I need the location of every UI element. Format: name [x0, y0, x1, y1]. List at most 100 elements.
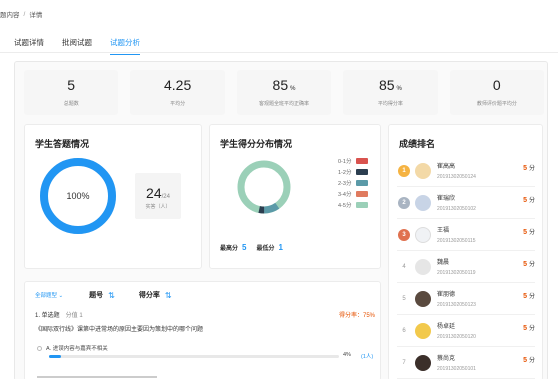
question-type: 1. 单选题	[35, 313, 60, 319]
high-low-scores: 最高分 5 最低分 1	[220, 243, 283, 252]
question-detail-card: 全部题型 ⌄ 题号 ⇅ 得分率 ⇅ 1. 单选题 分值 1 得分率：75% 《国际双行…	[24, 281, 381, 379]
legend-item: 2-3分	[338, 177, 368, 188]
bronze-medal-icon: 3	[397, 227, 411, 243]
question-meta: 分值 1	[65, 313, 83, 319]
breadcrumb-parent[interactable]: 题内容	[0, 9, 20, 19]
legend-item: 0-1分	[338, 155, 368, 166]
ranking-row[interactable]: 1 崔高高 20191302050124 5分	[397, 155, 535, 187]
student-name: 王福	[437, 228, 450, 234]
rank-number: 6	[402, 327, 406, 334]
legend-label: 0-1分	[338, 158, 352, 165]
stat-label: 客观题全班平均正确率	[259, 101, 310, 107]
ranking-row[interactable]: 6 杨卓廷 20191302050120 5分	[397, 315, 535, 347]
student-score: 5分	[523, 325, 535, 332]
ranking-row[interactable]: 3 王福 20191302050115 5分	[397, 219, 535, 251]
stat-unit: %	[396, 86, 402, 92]
radio-icon	[37, 346, 42, 352]
legend-swatch	[356, 201, 368, 208]
student-score: 5分	[523, 261, 535, 268]
highest-score-label: 最高分	[220, 246, 239, 252]
student-id: 20191302050119	[437, 270, 476, 276]
option-a-bar	[49, 355, 339, 358]
ranking-row[interactable]: 2 崔瑞欣 20191302050102 5分	[397, 187, 535, 219]
distribution-legend: 0-1分 1-2分 2-3分 3-4分 4-5分	[338, 155, 368, 210]
sort-by-number-button[interactable]: 题号 ⇅	[89, 290, 115, 300]
avatar	[415, 194, 431, 211]
legend-label: 1-2分	[338, 169, 352, 176]
avatar	[415, 290, 431, 307]
student-name: 崔高高	[437, 164, 456, 170]
avatar	[415, 354, 431, 371]
student-id: 20191302050115	[437, 238, 476, 244]
lowest-score: 最低分 1	[256, 243, 282, 252]
rank-number: 5	[402, 295, 406, 302]
breadcrumb-separator: /	[23, 10, 26, 18]
student-id: 20191302050123	[437, 302, 476, 308]
donut-segment-4-5	[237, 160, 291, 214]
highest-score: 最高分 5	[220, 243, 246, 252]
legend-item: 3-4分	[338, 188, 368, 199]
score-distribution-card: 学生得分分布情况 0-1分 1-2分 2-3分 3-4分 4-5分 最高分 5 最…	[209, 124, 381, 269]
ranking-row[interactable]: 7 蔡尚克 20191302050101 5分	[397, 347, 535, 379]
stat-total-questions: 5 总题数	[24, 70, 119, 115]
score-distribution-donut	[237, 160, 291, 214]
sort-icon: ⇅	[164, 290, 172, 300]
avatar	[415, 258, 431, 275]
ranking-row[interactable]: 4 魏晨 20191302050119 5分	[397, 251, 535, 283]
silver-medal-icon: 2	[397, 195, 411, 211]
question-text: 《国际双行线》课第中进常场的原因主要因为策划中的哪个问题	[35, 327, 204, 333]
sort-icon: ⇅	[108, 290, 115, 300]
actual-answered-box: 24/24 实答（人）	[135, 173, 181, 219]
option-a-count[interactable]: (1人)	[361, 352, 373, 360]
stat-teacher-eval-average: 0 教师评价题平均分	[449, 70, 545, 115]
stat-objective-accuracy: 85% 客观题全班平均正确率	[236, 70, 332, 115]
student-name: 魏晨	[437, 260, 450, 266]
student-score: 5分	[523, 357, 535, 364]
total-count: /24	[161, 194, 170, 200]
student-name: 杨卓廷	[437, 324, 456, 330]
legend-swatch	[356, 157, 368, 164]
answer-status-title: 学生答题情况	[35, 139, 90, 149]
score-distribution-title: 学生得分分布情况	[220, 139, 293, 149]
answer-status-card: 学生答题情况 100% 24/24 实答（人）	[24, 124, 202, 269]
student-id: 20191302050124	[437, 174, 476, 180]
option-a[interactable]: A. 进误内容与嘉宾不相关	[37, 344, 373, 352]
legend-label: 2-3分	[338, 180, 352, 187]
ranking-title: 成绩排名	[399, 139, 436, 149]
stat-label: 平均分	[170, 101, 186, 107]
breadcrumb-current: 详情	[29, 12, 43, 19]
legend-label: 4-5分	[338, 202, 352, 209]
rank-number: 4	[402, 263, 406, 270]
option-a-percent: 4%	[343, 352, 351, 358]
tab-divider	[0, 52, 558, 53]
ranking-row[interactable]: 5 崔朋德 20191302050123 5分	[397, 283, 535, 315]
sort-by-score-button[interactable]: 得分率 ⇅	[139, 290, 172, 300]
avatar	[415, 162, 431, 179]
option-a-label: A. 进误内容与嘉宾不相关	[46, 346, 108, 352]
option-b-partial	[37, 374, 237, 379]
detail-toolbar: 全部题型 ⌄ 题号 ⇅ 得分率 ⇅	[35, 290, 196, 300]
legend-label: 3-4分	[338, 191, 352, 198]
answer-rate-label: 100%	[66, 191, 90, 201]
actual-count: 24	[146, 185, 162, 201]
stat-value: 85	[272, 77, 289, 93]
student-id: 20191302050120	[437, 334, 476, 340]
rank-number: 7	[402, 359, 406, 366]
avatar	[415, 226, 431, 243]
stat-value: 4.25	[163, 77, 192, 93]
stat-average-score-rate: 85% 平均得分率	[343, 70, 438, 115]
stat-unit: %	[290, 86, 296, 92]
stat-label: 教师评价题平均分	[476, 101, 517, 107]
legend-swatch	[356, 190, 368, 197]
question-header: 1. 单选题 分值 1 得分率：75%	[35, 310, 375, 319]
chevron-down-icon: ⌄	[58, 293, 64, 299]
question-type-filter[interactable]: 全部题型 ⌄	[35, 291, 63, 299]
student-score: 5分	[523, 293, 535, 300]
student-name: 蔡尚克	[437, 356, 456, 362]
student-id: 20191302050101	[437, 366, 476, 372]
question-score-rate: 得分率：75%	[338, 313, 375, 319]
legend-item: 4-5分	[338, 199, 368, 210]
stat-label: 总题数	[63, 101, 79, 107]
stat-value: 85	[378, 77, 395, 93]
gold-medal-icon: 1	[397, 163, 411, 179]
